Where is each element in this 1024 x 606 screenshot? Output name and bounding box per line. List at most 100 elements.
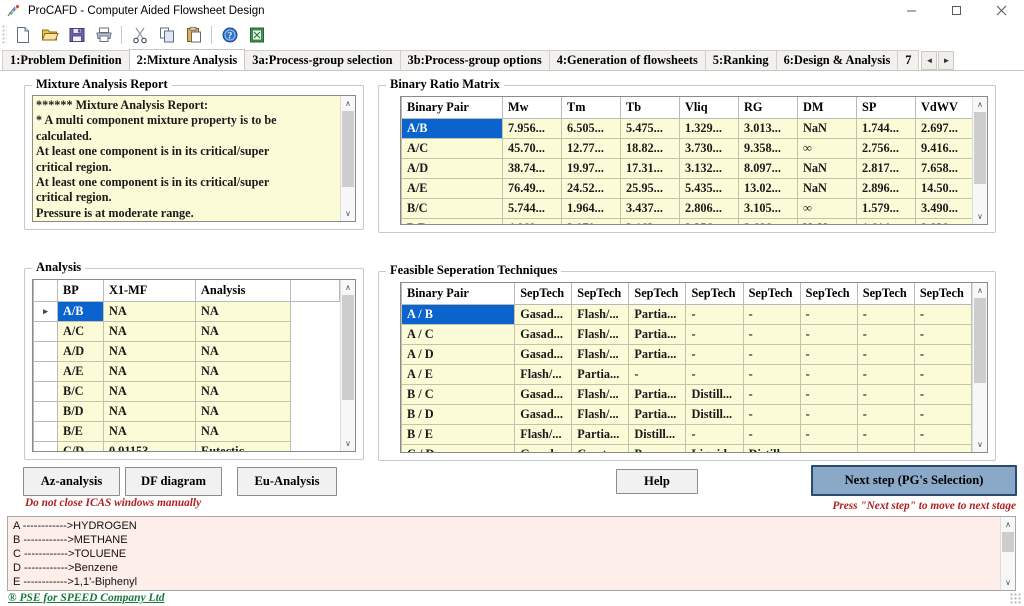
- brm-scroll-up-icon[interactable]: ∧: [973, 97, 987, 112]
- fst-cell-1[interactable]: Gasad...: [514, 303, 573, 325]
- brm-cell-sp[interactable]: 1.744...: [856, 117, 916, 139]
- fst-scroll-down-icon[interactable]: ∨: [973, 437, 987, 452]
- fst-cell-2[interactable]: Flash/...: [571, 343, 630, 365]
- company-footer-link[interactable]: ® PSE for SPEED Company Ltd: [8, 592, 165, 604]
- eu-analysis-button[interactable]: Eu-Analysis: [237, 467, 337, 496]
- analysis-col-bp[interactable]: BP: [57, 280, 104, 302]
- brm-col-vdwv[interactable]: VdWV: [915, 97, 972, 119]
- table-row[interactable]: B/E NA NA: [33, 420, 340, 442]
- fst-cell-1[interactable]: Gasad...: [514, 443, 573, 452]
- fst-cell-1[interactable]: Gasad...: [514, 403, 573, 425]
- fst-cell-pair[interactable]: B / E: [401, 423, 516, 445]
- fst-cell-2[interactable]: Crysta...: [571, 443, 630, 452]
- analysis-cell-analysis[interactable]: NA: [195, 400, 291, 422]
- analysis-row-marker[interactable]: [33, 440, 58, 451]
- brm-cell-dm[interactable]: NaN: [797, 157, 857, 179]
- fst-cell-pair[interactable]: A / B: [401, 303, 516, 325]
- brm-col-rg[interactable]: RG: [738, 97, 798, 119]
- brm-cell-rg[interactable]: 8.097...: [738, 157, 798, 179]
- brm-cell-rg[interactable]: 3.013...: [738, 117, 798, 139]
- tab-problem-definition[interactable]: 1:Problem Definition: [2, 50, 130, 70]
- table-row[interactable]: B / D Gasad... Flash/... Partia... Disti…: [401, 403, 972, 425]
- fst-cell-3[interactable]: Partia...: [628, 343, 687, 365]
- brm-cell-pair[interactable]: A/E: [401, 177, 503, 199]
- fst-cell-7[interactable]: -: [856, 443, 915, 452]
- brm-cell-dm[interactable]: ∞: [797, 137, 857, 159]
- window-resize-grip[interactable]: [1010, 593, 1022, 605]
- brm-cell-vliq[interactable]: 1.329...: [679, 117, 739, 139]
- analysis-row-marker[interactable]: [33, 320, 58, 342]
- paste-clipboard-icon[interactable]: [181, 23, 206, 47]
- fst-cell-5[interactable]: -: [742, 303, 801, 325]
- fst-cell-8[interactable]: -: [913, 323, 972, 345]
- component-legend-list[interactable]: A ------------>HYDROGEN B ------------>M…: [7, 516, 1016, 591]
- report-scroll-up-icon[interactable]: ∧: [341, 96, 355, 111]
- brm-cell-tb[interactable]: 17.31...: [620, 157, 680, 179]
- component-scroll-thumb[interactable]: [1002, 532, 1014, 552]
- save-disk-icon[interactable]: [64, 23, 89, 47]
- table-row[interactable]: B/C NA NA: [33, 380, 340, 402]
- tab-process-group-selection[interactable]: 3a:Process-group selection: [244, 50, 401, 70]
- fst-cell-4[interactable]: -: [685, 363, 744, 385]
- fst-cell-4[interactable]: -: [685, 303, 744, 325]
- table-row[interactable]: C / D Gasad... Crysta... Perva... Liquid…: [401, 443, 972, 452]
- fst-cell-3[interactable]: Partia...: [628, 383, 687, 405]
- table-row[interactable]: B / E Flash/... Partia... Distill... - -…: [401, 423, 972, 445]
- brm-cell-sp[interactable]: 2.817...: [856, 157, 916, 179]
- fst-cell-4[interactable]: Distill...: [685, 403, 744, 425]
- fst-cell-pair[interactable]: B / D: [401, 403, 516, 425]
- brm-col-binary-pair[interactable]: Binary Pair: [401, 97, 503, 119]
- fst-cell-7[interactable]: -: [856, 343, 915, 365]
- cut-scissors-icon[interactable]: [127, 23, 152, 47]
- table-row[interactable]: A / B Gasad... Flash/... Partia... - - -…: [401, 303, 972, 325]
- open-folder-icon[interactable]: [37, 23, 62, 47]
- binary-ratio-matrix-grid[interactable]: Binary Pair Mw Tm Tb Vliq RG DM SP VdWV: [400, 96, 988, 225]
- report-scroll-down-icon[interactable]: ∨: [341, 206, 355, 221]
- tab-mixture-analysis[interactable]: 2:Mixture Analysis: [128, 49, 246, 70]
- fst-cell-5[interactable]: -: [742, 383, 801, 405]
- fst-col-binary-pair[interactable]: Binary Pair: [401, 283, 516, 305]
- fst-scrollbar[interactable]: ∧ ∨: [972, 283, 987, 452]
- minimize-button[interactable]: [889, 0, 934, 22]
- fst-cell-8[interactable]: -: [913, 343, 972, 365]
- fst-cell-8[interactable]: -: [913, 363, 972, 385]
- maximize-button[interactable]: [934, 0, 979, 22]
- fst-cell-pair[interactable]: A / E: [401, 363, 516, 385]
- copy-icon[interactable]: [154, 23, 179, 47]
- analysis-cell-analysis[interactable]: NA: [195, 300, 291, 322]
- fst-cell-2[interactable]: Flash/...: [571, 303, 630, 325]
- analysis-cell-x1mf[interactable]: NA: [103, 320, 196, 342]
- fst-cell-4[interactable]: -: [685, 423, 744, 445]
- analysis-cell-analysis[interactable]: NA: [195, 340, 291, 362]
- fst-cell-2[interactable]: Flash/...: [571, 323, 630, 345]
- fst-cell-1[interactable]: Gasad...: [514, 343, 573, 365]
- analysis-cell-analysis[interactable]: NA: [195, 320, 291, 342]
- toolbar-grip[interactable]: [2, 25, 7, 45]
- table-row[interactable]: B/C 5.744... 1.964... 3.437... 2.806... …: [401, 197, 972, 219]
- brm-cell-tm[interactable]: 1.964...: [561, 197, 621, 219]
- analysis-row-marker[interactable]: [33, 360, 58, 382]
- fst-cell-1[interactable]: Gasad...: [514, 323, 573, 345]
- analysis-cell-x1mf[interactable]: NA: [103, 380, 196, 402]
- fst-cell-5[interactable]: -: [742, 363, 801, 385]
- fst-cell-5[interactable]: -: [742, 423, 801, 445]
- analysis-cell-x1mf[interactable]: NA: [103, 400, 196, 422]
- fst-cell-5[interactable]: -: [742, 403, 801, 425]
- brm-cell-mw[interactable]: 38.74...: [502, 157, 562, 179]
- brm-cell-tb[interactable]: 3.163...: [620, 217, 680, 224]
- fst-cell-6[interactable]: -: [799, 403, 858, 425]
- brm-cell-vdwv[interactable]: 9.416...: [915, 137, 972, 159]
- table-row[interactable]: A/C NA NA: [33, 320, 340, 342]
- brm-cell-vdwv[interactable]: 14.50...: [915, 177, 972, 199]
- fst-cell-2[interactable]: Partia...: [571, 363, 630, 385]
- fst-cell-4[interactable]: Distill...: [685, 383, 744, 405]
- brm-cell-rg[interactable]: 13.02...: [738, 177, 798, 199]
- analysis-cell-analysis[interactable]: NA: [195, 420, 291, 442]
- brm-cell-tb[interactable]: 3.437...: [620, 197, 680, 219]
- brm-cell-vliq[interactable]: 5.435...: [679, 177, 739, 199]
- tab-ranking[interactable]: 5:Ranking: [704, 50, 777, 70]
- fst-cell-6[interactable]: -: [799, 423, 858, 445]
- analysis-cell-bp[interactable]: A/B: [57, 300, 104, 322]
- brm-cell-dm[interactable]: NaN: [797, 177, 857, 199]
- analysis-scroll-track[interactable]: [341, 295, 355, 436]
